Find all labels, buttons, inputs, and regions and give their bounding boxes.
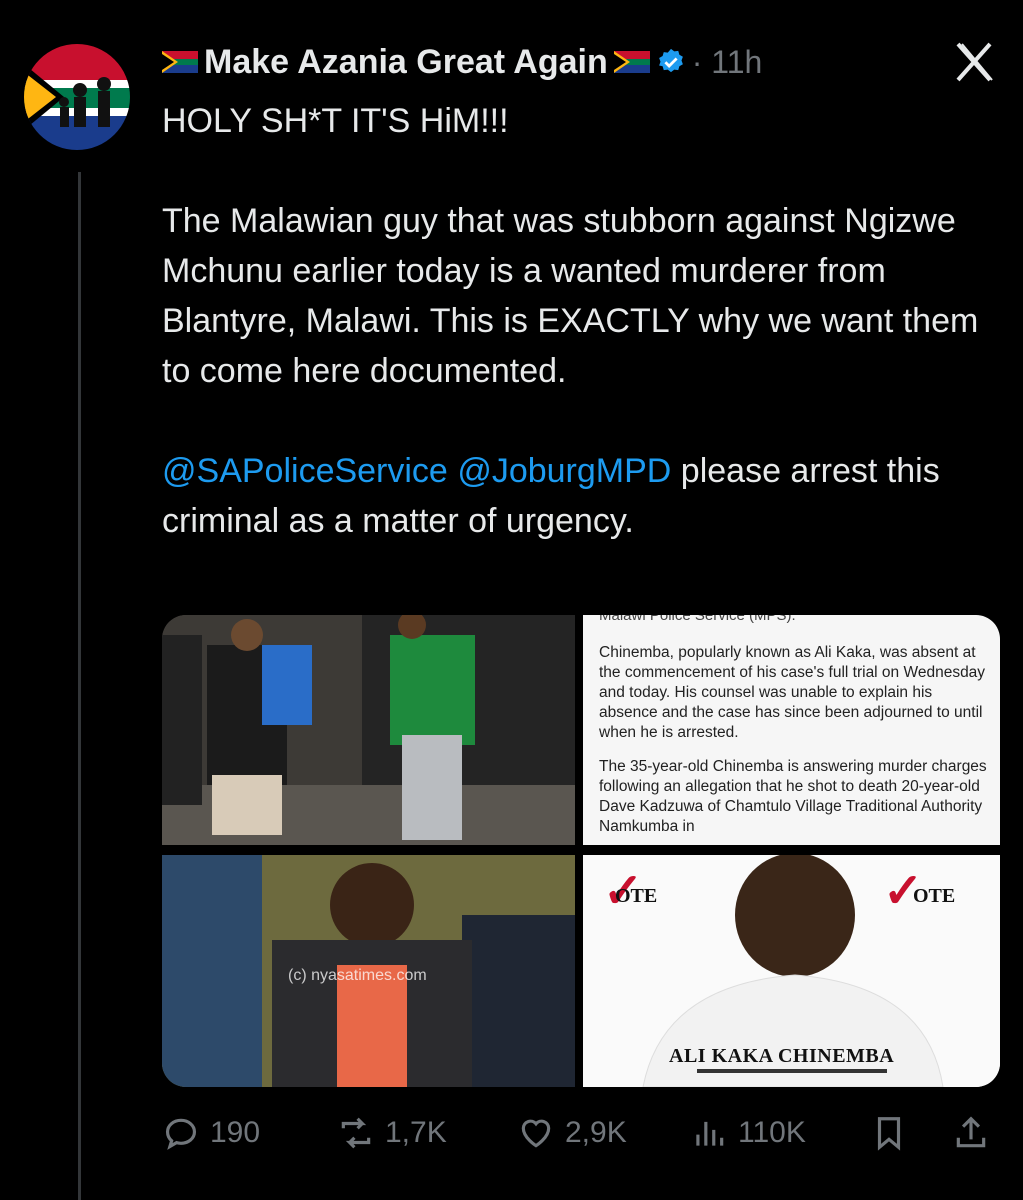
like-count: 2,9K xyxy=(565,1116,627,1149)
repost-count: 1,7K xyxy=(385,1116,447,1149)
share-button[interactable] xyxy=(952,1108,990,1158)
article-text: Chinemba, popularly known as Ali Kaka, w… xyxy=(599,643,987,845)
reply-button[interactable]: 190 xyxy=(162,1108,260,1158)
close-button[interactable] xyxy=(952,40,996,84)
views-button[interactable]: 110K xyxy=(690,1108,806,1158)
photo-illustration xyxy=(162,615,575,845)
view-count: 110K xyxy=(738,1116,806,1149)
poster-subtitle-bar xyxy=(697,1069,887,1073)
thread-line xyxy=(78,172,81,1200)
reply-icon xyxy=(165,1118,197,1150)
tweet-paragraph-3: @SAPoliceService @JoburgMPD please arres… xyxy=(162,446,992,546)
share-icon xyxy=(956,1116,986,1148)
article-paragraph: The 35-year-old Chinemba is answering mu… xyxy=(599,758,987,835)
news-article-screenshot[interactable]: Malawi Police Service (MPS). Chinemba, p… xyxy=(583,615,1000,845)
author-name[interactable]: Make Azania Great Again xyxy=(204,43,608,82)
media-grid[interactable]: Malawi Police Service (MPS). Chinemba, p… xyxy=(162,615,1000,1087)
south-africa-flag-icon xyxy=(162,51,198,73)
bookmark-icon xyxy=(877,1117,901,1151)
like-icon xyxy=(521,1119,551,1148)
article-paragraph: Chinemba, popularly known as Ali Kaka, w… xyxy=(599,644,986,741)
candidate-name: ALI KAKA CHINEMBA xyxy=(669,1045,895,1067)
photo-man-in-jacket[interactable]: (c) nyasatimes.com xyxy=(162,855,575,1087)
reply-count: 190 xyxy=(210,1116,261,1149)
mention-link[interactable]: @SAPoliceService xyxy=(162,452,448,490)
avatar[interactable] xyxy=(24,44,130,150)
tweet-text: HOLY SH*T IT'S HiM!!! The Malawian guy t… xyxy=(162,96,992,546)
action-bar: 190 1,7K 2,9K 110K xyxy=(162,1108,998,1158)
timestamp-value: 11h xyxy=(711,43,763,80)
close-icon xyxy=(956,42,993,82)
tweet-header: Make Azania Great Again · 11h xyxy=(162,40,762,84)
like-button[interactable]: 2,9K xyxy=(517,1108,627,1158)
article-header: Malawi Police Service (MPS). xyxy=(599,615,796,624)
photo-street-argument[interactable] xyxy=(162,615,575,845)
views-icon xyxy=(696,1121,724,1146)
south-africa-flag-icon xyxy=(613,51,650,73)
tweet-line-1: HOLY SH*T IT'S HiM!!! xyxy=(162,102,509,140)
repost-button[interactable]: 1,7K xyxy=(337,1108,447,1158)
mention-link[interactable]: @JoburgMPD xyxy=(457,452,671,490)
timestamp[interactable]: · 11h xyxy=(692,44,763,81)
photo-campaign-poster[interactable]: ✓ OTE ✓ OTE ALI KAKA CHINEMBA xyxy=(583,855,1000,1087)
tweet-paragraph-2: The Malawian guy that was stubborn again… xyxy=(162,202,979,390)
vote-label: OTE xyxy=(615,885,658,907)
watermark: (c) nyasatimes.com xyxy=(288,967,427,984)
vote-label: OTE xyxy=(913,885,956,907)
repost-icon xyxy=(341,1117,371,1149)
verified-icon xyxy=(658,48,683,73)
bookmark-button[interactable] xyxy=(870,1108,908,1158)
